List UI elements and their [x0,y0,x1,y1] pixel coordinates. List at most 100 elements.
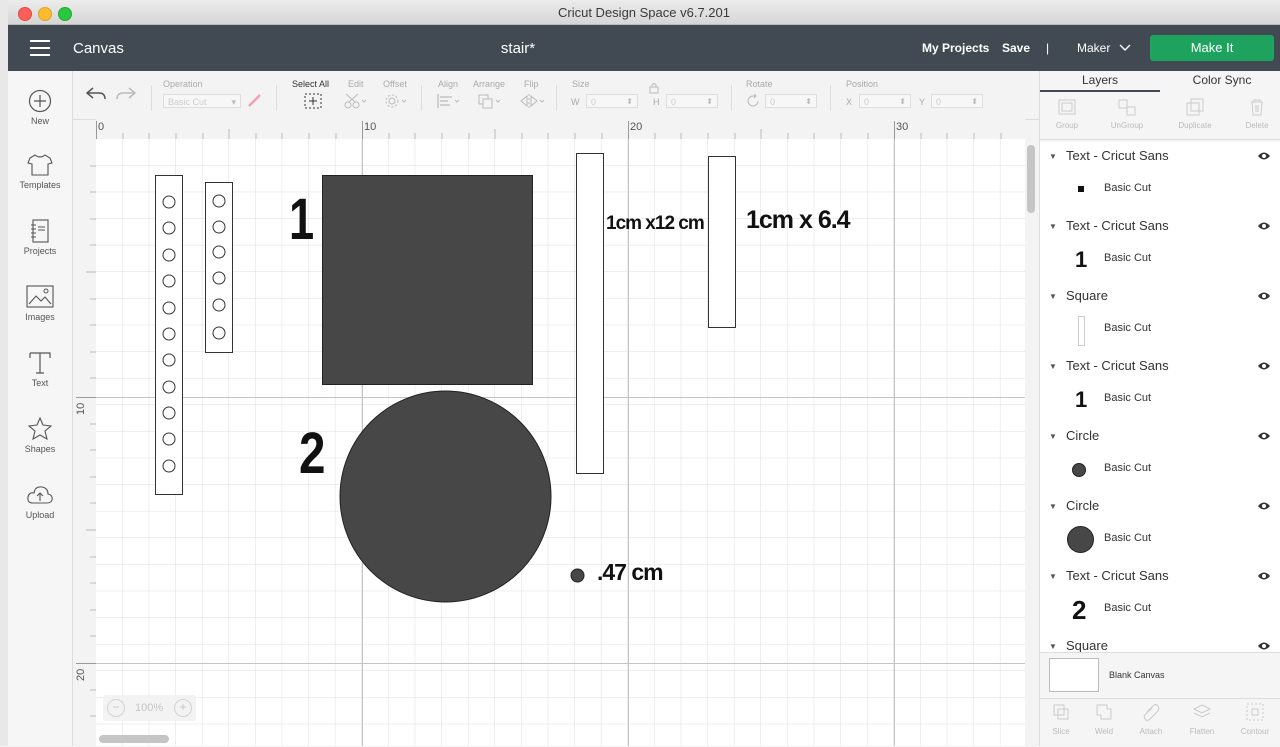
layer-thumbnail [1070,456,1098,484]
weld-button[interactable]: Weld [1080,699,1128,736]
align-icon[interactable] [436,93,462,109]
duplicate-button[interactable]: Duplicate [1171,93,1219,130]
dark-square-shape[interactable] [322,175,533,385]
tab-layers[interactable]: Layers [1040,73,1160,92]
lock-icon[interactable] [649,82,659,94]
label-1cm-x-6-4[interactable]: 1cm x 6.4 [746,206,851,235]
layer-item[interactable]: ▼ Text - Cricut Sans 1 Basic Cut [1040,212,1280,283]
layer-item[interactable]: ▼ Text - Cricut Sans 2 Basic Cut [1040,562,1280,633]
layer-item[interactable]: ▼ Text - Cricut Sans Basic Cut [1040,142,1280,213]
sidebar-item-text[interactable]: Text [8,351,72,388]
flip-icon[interactable] [519,93,547,109]
offset-icon[interactable] [384,93,408,109]
project-name[interactable]: stair* [468,40,568,57]
layer-operation: Basic Cut [1104,462,1152,474]
redo-icon[interactable] [115,85,137,103]
layer-item[interactable]: ▼ Square Basic Cut [1040,282,1280,353]
blank-canvas-row[interactable]: Blank Canvas [1040,652,1280,699]
group-button[interactable]: Group [1043,93,1091,130]
eye-icon[interactable] [1257,151,1271,161]
layer-item[interactable]: ▼ Text - Cricut Sans 1 Basic Cut [1040,352,1280,423]
sidebar-item-images[interactable]: Images [8,285,72,322]
sidebar-item-new[interactable]: New [8,89,72,126]
collapse-caret-icon[interactable]: ▼ [1049,572,1057,581]
position-y-input[interactable]: 0 ⬍ [931,94,983,108]
flatten-icon [1192,704,1212,718]
operation-select[interactable]: Basic Cut ▾ [163,94,241,108]
rotate-input[interactable]: 0 ⬍ [765,94,817,108]
select-all-label[interactable]: Select All [292,79,329,89]
collapse-caret-icon[interactable]: ▼ [1049,222,1057,231]
label-047-cm[interactable]: .47 cm [597,559,664,586]
collapse-caret-icon[interactable]: ▼ [1049,362,1057,371]
dark-circle-shape[interactable] [339,390,552,603]
pen-color-icon[interactable] [247,92,263,108]
ruler-label-20: 20 [630,121,643,133]
flatten-button[interactable]: Flatten [1178,699,1226,736]
eye-icon[interactable] [1257,221,1271,231]
label-1cm-x12cm[interactable]: 1cm x12 cm [606,213,705,235]
canvas-color-swatch[interactable] [1049,658,1099,692]
paperclip-icon [1143,704,1160,721]
small-circle-shape[interactable] [570,568,585,583]
zoom-in-button[interactable]: + [174,699,192,717]
design-canvas[interactable]: 1 2 1cm x12 cm 1cm x 6.4 .47 cm [96,139,1025,746]
tall-rectangle-12cm[interactable] [576,153,604,474]
sidebar-item-templates[interactable]: Templates [8,153,72,190]
plus-circle-icon [28,89,52,113]
sidebar-item-upload[interactable]: Upload [8,483,72,520]
position-x-input[interactable]: 0 ⬍ [859,94,911,108]
delete-button[interactable]: Delete [1233,93,1280,130]
save-link[interactable]: Save [1002,41,1030,55]
hamburger-menu-icon[interactable] [30,40,50,56]
zoom-out-button[interactable]: − [107,699,125,717]
ladder-strip-6-holes[interactable] [205,182,234,355]
tab-color-sync[interactable]: Color Sync [1162,73,1280,87]
slice-button[interactable]: Slice [1037,699,1085,736]
ruler-label-left-20: 20 [75,668,87,681]
eye-icon[interactable] [1257,641,1271,651]
attach-button[interactable]: Attach [1127,699,1175,736]
sidebar-item-shapes[interactable]: Shapes [8,417,72,454]
eye-icon[interactable] [1257,501,1271,511]
label-number-1[interactable]: 1 [289,191,314,249]
eye-icon[interactable] [1257,291,1271,301]
eye-icon[interactable] [1257,361,1271,371]
height-input[interactable]: 0 ⬍ [666,94,718,108]
contour-button[interactable]: Contour [1231,699,1279,736]
vertical-scrollbar[interactable] [1027,145,1035,213]
undo-icon[interactable] [85,85,107,103]
height-value: 0 [671,97,677,107]
eye-icon[interactable] [1257,431,1271,441]
stepper-icon: ⬍ [626,97,633,106]
canvas-grid [96,139,1025,746]
my-projects-link[interactable]: My Projects [922,41,989,55]
make-it-button[interactable]: Make It [1150,35,1274,61]
collapse-caret-icon[interactable]: ▼ [1049,152,1057,161]
sidebar-item-projects[interactable]: Projects [8,219,72,256]
layer-name: Square [1066,638,1108,652]
ungroup-button[interactable]: UnGroup [1103,93,1151,130]
ladder-strip-11-holes[interactable] [155,175,184,497]
width-input[interactable]: 0 ⬍ [586,94,638,108]
align-label: Align [438,79,459,89]
image-icon [26,285,54,308]
collapse-caret-icon[interactable]: ▼ [1049,502,1057,511]
horizontal-scrollbar[interactable] [99,735,169,743]
eye-icon[interactable] [1257,571,1271,581]
tall-rectangle-6-4cm[interactable] [708,156,736,328]
scissors-icon[interactable] [344,93,368,109]
collapse-caret-icon[interactable]: ▼ [1049,432,1057,441]
select-all-icon[interactable] [304,93,322,109]
layer-item[interactable]: ▼ Square [1040,632,1280,652]
label-number-2[interactable]: 2 [299,425,325,483]
layer-item[interactable]: ▼ Circle Basic Cut [1040,422,1280,493]
arrange-icon[interactable] [477,93,503,109]
layer-thumbnail [1070,176,1098,204]
collapse-caret-icon[interactable]: ▼ [1049,292,1057,301]
machine-selector[interactable]: Maker [1077,41,1110,55]
chevron-down-icon[interactable] [1119,44,1131,52]
toolbar-divider [830,85,831,111]
collapse-caret-icon[interactable]: ▼ [1049,642,1057,651]
layer-item[interactable]: ▼ Circle Basic Cut [1040,492,1280,563]
